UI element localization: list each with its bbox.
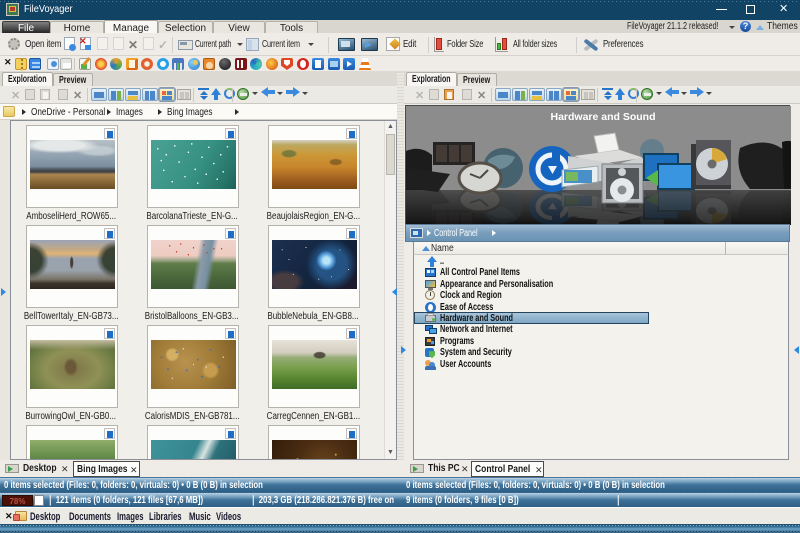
- svg-text:Hardware and Sound: Hardware and Sound: [550, 111, 655, 123]
